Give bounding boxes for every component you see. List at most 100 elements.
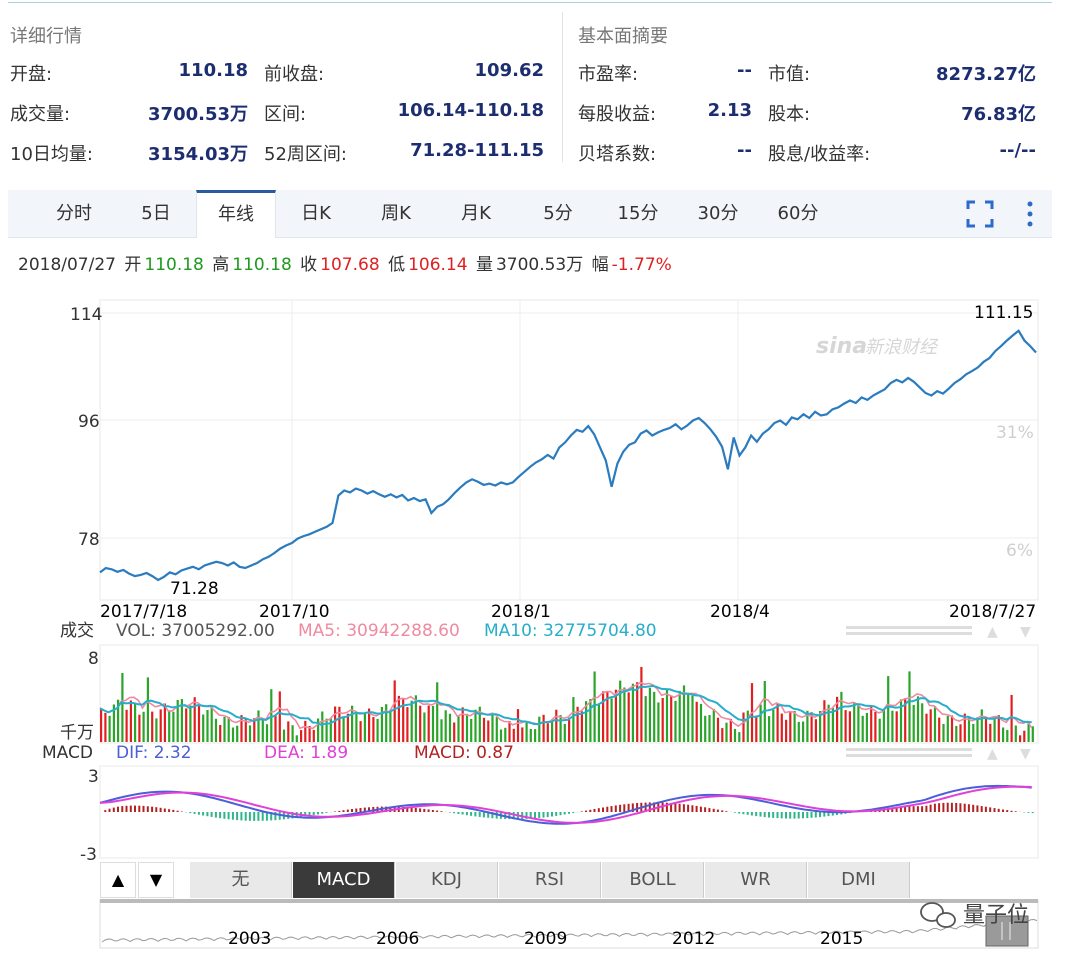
nav-year-2012: 2012 <box>672 929 715 949</box>
macd-bar <box>423 808 426 812</box>
indicator-kdj[interactable]: KDJ <box>396 862 498 898</box>
indicator-boll[interactable]: BOLL <box>602 862 704 898</box>
volume-bar <box>1031 726 1034 742</box>
macd-bar <box>419 808 422 812</box>
macd-bar <box>180 811 183 812</box>
vol-dots-1 <box>846 626 972 629</box>
indicator-none[interactable]: 无 <box>190 862 292 898</box>
volume-bar <box>716 717 720 742</box>
volume-bar <box>516 709 520 742</box>
x-label-2018-4: 2018/4 <box>710 602 770 622</box>
volume-bar <box>708 715 711 742</box>
macd-down-arrow[interactable]: ▼ <box>1020 746 1031 762</box>
macd-bar <box>325 812 328 813</box>
volume-bar <box>529 728 532 742</box>
volume-bar <box>287 721 290 742</box>
indicator-down-icon[interactable]: ▼ <box>138 862 174 898</box>
macd-bar <box>1010 810 1013 812</box>
vol-value: VOL: 37005292.00 <box>116 621 275 641</box>
volume-bar <box>984 717 988 742</box>
volume-bar <box>712 708 715 742</box>
macd-bar <box>355 808 358 812</box>
macd-bar <box>602 807 604 812</box>
indicator-macd[interactable]: MACD <box>293 862 395 898</box>
volume-bar <box>895 711 898 742</box>
macd-up-arrow[interactable]: ▲ <box>987 746 998 762</box>
volume-bar <box>789 711 792 742</box>
macd-bar <box>946 802 949 812</box>
indicator-up-icon[interactable]: ▲ <box>100 862 136 898</box>
volume-bar <box>963 713 966 742</box>
volume-bar <box>887 676 890 742</box>
volume-bar <box>465 713 469 742</box>
macd-bar <box>482 812 485 818</box>
indicator-rsi[interactable]: RSI <box>499 862 601 898</box>
volume-bar <box>695 701 698 742</box>
ma5-value: MA5: 30942288.60 <box>298 621 460 641</box>
macd-bar <box>976 805 979 812</box>
macd-bar <box>942 802 945 812</box>
macd-bar <box>223 812 226 819</box>
volume-bar <box>950 715 954 742</box>
volume-bar <box>393 680 396 742</box>
volume-bar <box>644 696 647 742</box>
volume-bar <box>512 728 515 742</box>
macd-bar <box>814 812 817 818</box>
vol-up-arrow[interactable]: ▲ <box>987 624 998 640</box>
macd-bar <box>193 812 196 814</box>
volume-bar <box>874 711 877 742</box>
volume-bar <box>912 704 915 742</box>
volume-bar <box>746 710 749 742</box>
volume-bar <box>499 729 503 742</box>
macd-bar <box>236 812 239 821</box>
macd-bar <box>572 812 575 813</box>
macd-bar <box>414 807 417 812</box>
indicator-wr[interactable]: WR <box>705 862 807 898</box>
volume-bar <box>891 710 894 742</box>
volume-bar <box>882 709 885 742</box>
macd-bar <box>619 804 622 812</box>
x-label-start: 2017/7/18 <box>100 602 187 622</box>
volume-title: 成交 <box>60 621 94 641</box>
volume-bar <box>593 671 596 742</box>
volume-bar <box>614 689 617 742</box>
stock-chart[interactable]: 114 96 78 31% 6% sina 新浪财经 111.15 71.28 … <box>0 0 1080 962</box>
price-line <box>99 329 1037 582</box>
volume-bar <box>125 709 128 742</box>
volume-bar <box>129 700 132 742</box>
macd-bar <box>785 812 787 819</box>
macd-bar <box>708 808 711 812</box>
volume-bar <box>257 710 260 742</box>
volume-bar <box>921 703 924 742</box>
macd-bar <box>912 806 915 812</box>
macd-bar <box>980 806 983 812</box>
volume-bar <box>546 723 549 742</box>
volume-bar <box>470 718 473 742</box>
ma10-value: MA10: 32775704.80 <box>484 621 657 641</box>
volume-bar <box>844 710 847 742</box>
y-label-78: 78 <box>78 530 100 550</box>
vol-down-arrow[interactable]: ▼ <box>1020 624 1031 640</box>
volume-bar <box>155 718 158 742</box>
macd-bar <box>240 812 243 821</box>
indicator-dmi[interactable]: DMI <box>808 862 910 898</box>
volume-bar <box>376 718 379 742</box>
volume-bar <box>278 691 281 742</box>
volume-bar <box>163 703 166 742</box>
macd-bar <box>551 812 553 817</box>
x-label-2017-10: 2017/10 <box>259 602 330 622</box>
volume-bar <box>653 691 656 742</box>
macd-bar <box>261 812 264 821</box>
volume-bar <box>406 707 409 742</box>
volume-bar <box>916 696 920 742</box>
volume-bar <box>261 718 264 742</box>
volume-bar <box>508 721 511 742</box>
macd-bar <box>440 811 443 812</box>
volume-bar <box>848 711 851 742</box>
macd-bar <box>768 812 770 818</box>
volume-bar <box>410 700 413 742</box>
volume-bar <box>802 721 805 742</box>
macd-bar <box>623 804 626 812</box>
volume-bar <box>568 717 571 742</box>
right-label-6: 6% <box>1006 541 1033 561</box>
